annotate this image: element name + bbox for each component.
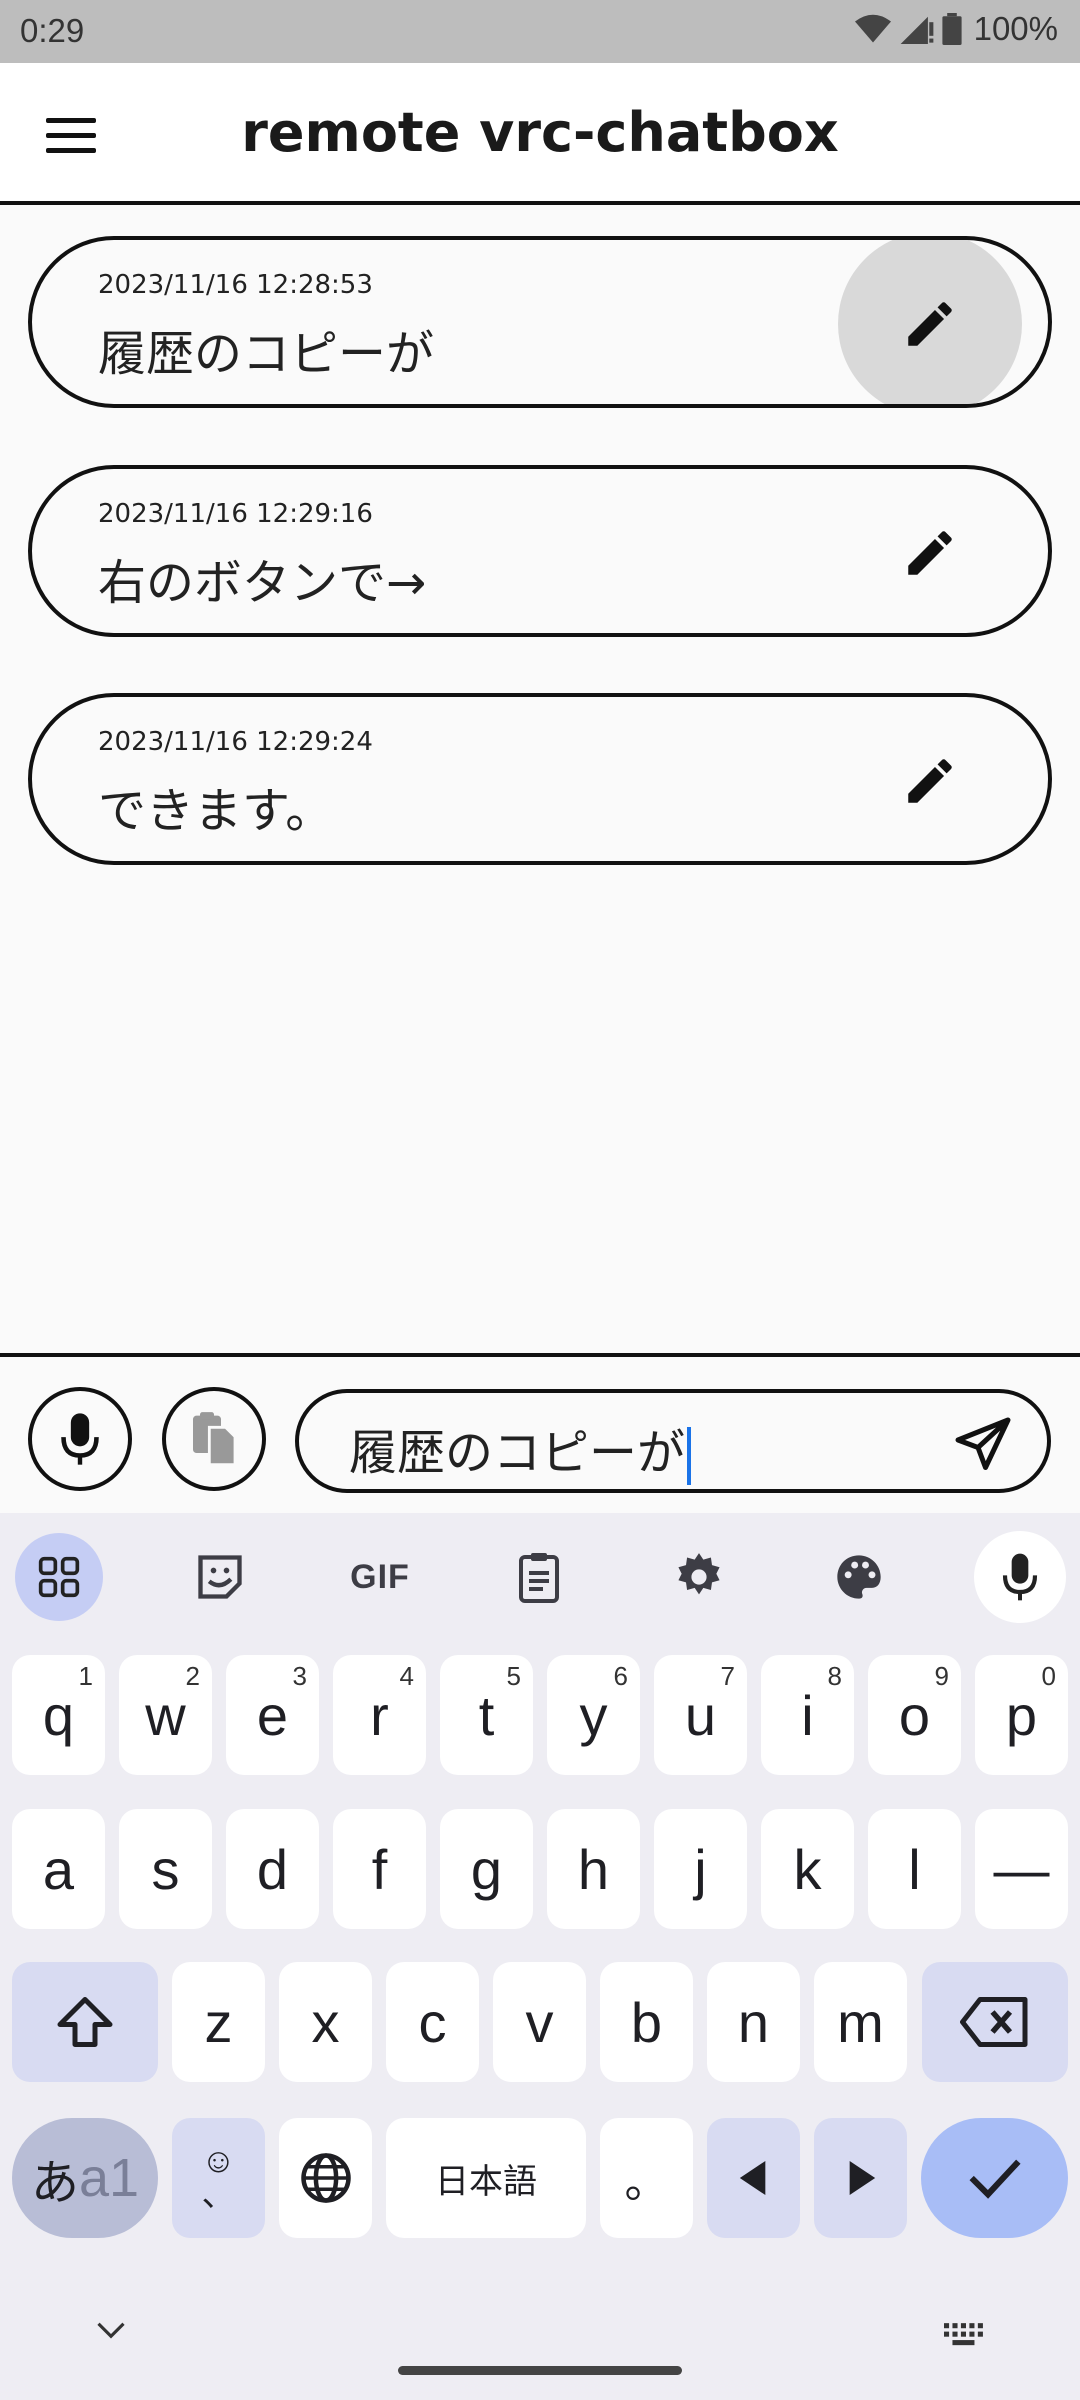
key-a[interactable]: a <box>12 1809 105 1929</box>
key-k[interactable]: k <box>761 1809 854 1929</box>
theme-button[interactable] <box>815 1533 903 1621</box>
wifi-icon <box>854 14 891 43</box>
input-bar: 履歴のコピーが <box>0 1353 1080 1513</box>
history-item: 2023/11/16 12:29:24 できます。 <box>28 693 1052 865</box>
chevron-down-icon <box>97 2322 125 2339</box>
microphone-icon <box>1002 1553 1038 1601</box>
history-message: 右のボタンで→ <box>98 555 427 611</box>
key-y[interactable]: y6 <box>547 1655 640 1775</box>
key-n[interactable]: n <box>707 1962 800 2082</box>
right-arrow-icon <box>849 2161 875 2195</box>
key-s[interactable]: s <box>119 1809 212 1929</box>
space-key[interactable]: 日本語 <box>386 2118 586 2238</box>
key-e[interactable]: e3 <box>226 1655 319 1775</box>
page-title: remote vrc-chatbox <box>241 101 839 164</box>
history-timestamp: 2023/11/16 12:29:16 <box>98 499 373 529</box>
history-message: 履歴のコピーが <box>98 326 435 382</box>
key-m[interactable]: m <box>814 1962 907 2082</box>
key-g[interactable]: g <box>440 1809 533 1929</box>
signal-icon <box>900 16 933 44</box>
status-time: 0:29 <box>20 12 85 49</box>
pencil-icon <box>908 531 952 575</box>
navigation-handle[interactable] <box>398 2366 682 2375</box>
key-q[interactable]: q1 <box>12 1655 105 1775</box>
language-key[interactable] <box>279 2118 372 2238</box>
history-message: できます。 <box>98 783 334 839</box>
copy-edit-button[interactable] <box>838 469 1022 633</box>
enter-key[interactable] <box>921 2118 1068 2238</box>
key-d[interactable]: d <box>226 1809 319 1929</box>
battery-icon <box>941 13 962 45</box>
sticker-icon <box>198 1555 242 1599</box>
key-p[interactable]: p0 <box>975 1655 1068 1775</box>
copy-edit-button[interactable] <box>838 697 1022 861</box>
palette-icon <box>837 1555 881 1599</box>
microphone-icon <box>61 1413 99 1465</box>
key-u[interactable]: u7 <box>654 1655 747 1775</box>
text-cursor <box>687 1427 692 1485</box>
sticker-button[interactable] <box>176 1533 264 1621</box>
key-dash[interactable]: — <box>975 1809 1068 1929</box>
backspace-key[interactable] <box>922 1962 1068 2082</box>
key-c[interactable]: c <box>386 1962 479 2082</box>
clipboard-icon <box>519 1553 559 1603</box>
app-bar: remote vrc-chatbox <box>0 63 1080 205</box>
emoji-key[interactable]: ☺ 、 <box>172 2118 265 2238</box>
voice-input-button[interactable] <box>974 1531 1066 1623</box>
cursor-right-key[interactable] <box>814 2118 907 2238</box>
key-v[interactable]: v <box>493 1962 586 2082</box>
keyboard-apps-button[interactable] <box>15 1533 103 1621</box>
keyboard: GIF q1 w2 e3 r4 t5 y6 u7 i8 o9 p0 a s d … <box>0 1513 1080 2400</box>
send-icon <box>955 1417 1011 1470</box>
history-item: 2023/11/16 12:29:16 右のボタンで→ <box>28 465 1052 637</box>
key-h[interactable]: h <box>547 1809 640 1929</box>
period-key[interactable]: 。 <box>600 2118 693 2238</box>
key-j[interactable]: j <box>654 1809 747 1929</box>
hide-keyboard-button[interactable] <box>96 2320 126 2344</box>
left-arrow-icon <box>739 2161 765 2195</box>
paste-button[interactable] <box>162 1387 266 1491</box>
settings-button[interactable] <box>655 1533 743 1621</box>
history-timestamp: 2023/11/16 12:28:53 <box>98 270 373 300</box>
key-i[interactable]: i8 <box>761 1655 854 1775</box>
message-input-text: 履歴のコピーが <box>349 1425 686 1481</box>
battery-percent: 100% <box>973 10 1058 47</box>
shift-key[interactable] <box>12 1962 158 2082</box>
pencil-icon <box>908 759 952 803</box>
check-icon <box>969 2159 1021 2199</box>
gear-icon <box>678 1553 720 1595</box>
gif-label: GIF <box>350 1557 410 1596</box>
message-input[interactable]: 履歴のコピーが <box>295 1389 1051 1493</box>
paste-icon <box>193 1412 237 1467</box>
mic-button[interactable] <box>28 1387 132 1491</box>
key-o[interactable]: o9 <box>868 1655 961 1775</box>
globe-icon <box>300 2153 351 2203</box>
key-t[interactable]: t5 <box>440 1655 533 1775</box>
shift-icon <box>57 1997 113 2047</box>
key-z[interactable]: z <box>172 1962 265 2082</box>
keyboard-icon <box>944 2323 983 2346</box>
history-timestamp: 2023/11/16 12:29:24 <box>98 727 373 757</box>
emoji-icon: ☺ <box>201 2142 236 2180</box>
keyboard-switch-button[interactable] <box>944 2323 988 2351</box>
send-button[interactable] <box>953 1415 1013 1479</box>
cursor-left-key[interactable] <box>707 2118 800 2238</box>
grid-icon <box>38 1556 80 1598</box>
gif-button[interactable]: GIF <box>336 1533 424 1621</box>
pencil-icon <box>908 302 952 346</box>
key-f[interactable]: f <box>333 1809 426 1929</box>
key-l[interactable]: l <box>868 1809 961 1929</box>
key-x[interactable]: x <box>279 1962 372 2082</box>
status-bar: 0:29 100% <box>0 0 1080 63</box>
backspace-icon <box>960 1997 1028 2047</box>
key-b[interactable]: b <box>600 1962 693 2082</box>
input-mode-key[interactable]: あ a1 <box>12 2118 158 2238</box>
key-w[interactable]: w2 <box>119 1655 212 1775</box>
history-item: 2023/11/16 12:28:53 履歴のコピーが <box>28 236 1052 408</box>
clipboard-button[interactable] <box>495 1533 583 1621</box>
key-r[interactable]: r4 <box>333 1655 426 1775</box>
copy-edit-button[interactable] <box>838 240 1022 404</box>
